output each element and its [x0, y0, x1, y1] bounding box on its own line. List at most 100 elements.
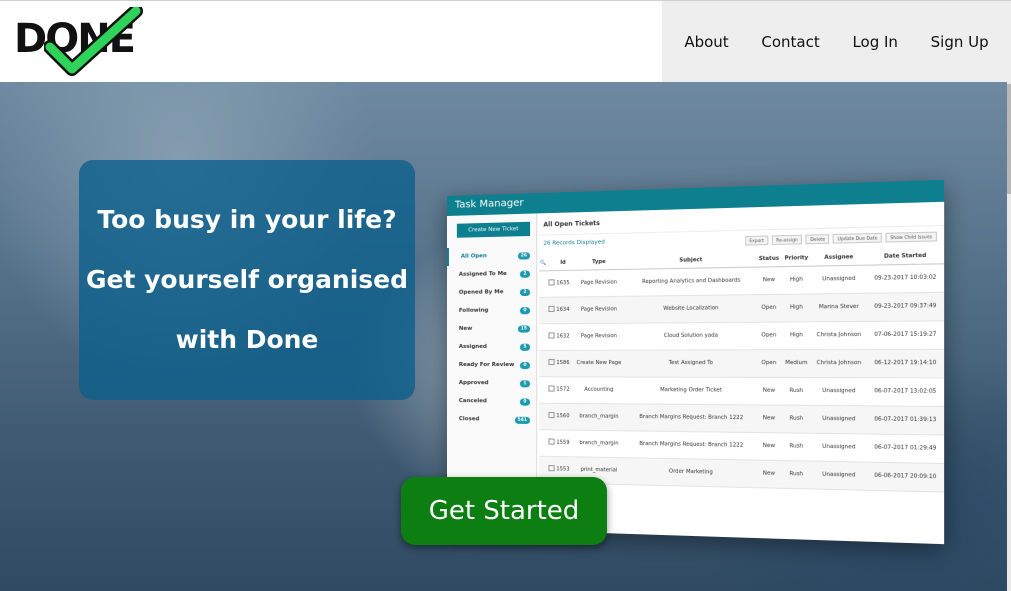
tm-table-row: 1634 Page Revision Website Localization Ope…: [539, 291, 945, 324]
tm-cell-assignee: Christa Johnson: [811, 349, 867, 378]
nav-about-link[interactable]: About: [684, 33, 728, 51]
checkbox-icon: [547, 358, 555, 366]
promo-line-3: with Done: [175, 325, 319, 354]
tm-cell-status: Open: [756, 293, 782, 322]
tm-cell-date: 06-07-2017 01:39:13: [866, 405, 945, 435]
tm-cell-id: 1586: [554, 349, 572, 377]
tm-cell-assignee: Unassigned: [811, 460, 867, 490]
tm-row-expand: [539, 429, 548, 456]
tm-row-expand: [539, 296, 548, 324]
checkbox-icon: [547, 279, 555, 286]
site-header: DONE About Contact Log In Sign Up: [0, 0, 1011, 83]
green-checkmark-icon: [44, 7, 143, 76]
tm-sidebar-item: Closed 541: [447, 410, 536, 429]
tm-tool: Delete: [805, 234, 830, 245]
tm-cell-priority: Medium: [781, 349, 812, 377]
tm-row-expand: [539, 402, 548, 430]
tm-sidebar-item: All Open 26: [447, 246, 537, 266]
tm-cell-subject: Order Marketing: [626, 457, 757, 488]
tm-row-expand: [539, 270, 548, 297]
tm-row-expand: [539, 349, 548, 377]
promo-line-1: Too busy in your life?: [97, 205, 397, 234]
tm-row-checkbox: [547, 376, 555, 403]
tm-table-row: 1572 Accounting Marketing Order Ticket New R…: [539, 376, 945, 406]
tm-sidebar-item: Opened By Me 2: [447, 283, 536, 302]
checkbox-icon: [547, 464, 555, 472]
tm-cell-priority: Rush: [781, 432, 812, 461]
tm-cell-assignee: Christa Johnson: [811, 320, 867, 350]
tm-cell-id: 1560: [554, 402, 572, 430]
tm-cell-subject: Branch Margins Request: Branch 1222: [626, 430, 757, 460]
tm-col-type: Type: [571, 254, 627, 270]
tm-table-row: 1586 Create New Page Test Assigned To Open M…: [539, 348, 945, 378]
tm-cell-type: branch_margin: [571, 429, 627, 458]
tm-cell-subject: Marketing Order Ticket: [626, 376, 757, 405]
tm-cell-date: 06-07-2017 01:29:49: [866, 433, 945, 463]
tm-col-date: Date Started: [866, 247, 945, 265]
tm-tool: Export: [745, 235, 769, 246]
tm-sidebar-item: Following 0: [447, 301, 536, 320]
hero-section: Too busy in your life? Get yourself orga…: [0, 82, 1007, 591]
tm-cell-subject: Test Assigned To: [626, 349, 757, 377]
tm-col-priority: Priority: [781, 250, 812, 267]
tm-table: 🔍 Id Type Subject Status Priority Assign…: [539, 247, 945, 492]
tm-cell-assignee: Unassigned: [811, 404, 867, 434]
tm-cell-priority: High: [781, 321, 812, 350]
checkbox-icon: [547, 385, 555, 392]
tm-tool: Update Due Date: [833, 232, 883, 244]
tm-col-check: [547, 255, 555, 271]
tm-cell-status: New: [756, 404, 782, 433]
nav-contact-link[interactable]: Contact: [761, 33, 819, 51]
tm-create-button: Create New Ticket: [456, 221, 531, 238]
tm-sidebar-item: Approved 1: [447, 374, 536, 393]
tm-sidebar-item: Ready For Review 0: [447, 356, 536, 374]
main-nav: About Contact Log In Sign Up: [662, 1, 1011, 83]
tm-cell-status: Open: [756, 349, 782, 377]
tm-cell-subject: Website Localization: [626, 294, 757, 323]
tm-cell-id: 1632: [554, 323, 572, 350]
tm-row-checkbox: [547, 270, 555, 297]
tm-cell-id: 1572: [554, 376, 572, 403]
tm-cell-subject: Reporting Analytics and Dashboards: [626, 266, 757, 296]
promo-panel: Too busy in your life? Get yourself orga…: [79, 160, 415, 400]
tm-cell-priority: High: [781, 293, 812, 322]
tm-cell-subject: Branch Margins Request: Branch 1222: [626, 403, 757, 432]
tm-cell-status: Open: [756, 321, 782, 350]
tm-cell-id: 1559: [554, 429, 572, 457]
tm-cell-date: 06-06-2017 20:09:10: [866, 461, 945, 492]
tm-cell-type: Page Revision: [571, 295, 627, 324]
tm-cell-priority: Rush: [781, 460, 812, 489]
nav-login-link[interactable]: Log In: [852, 33, 898, 51]
tm-col-status: Status: [756, 251, 782, 267]
tm-tool: Re-assign: [771, 234, 803, 246]
tm-cell-assignee: Unassigned: [811, 432, 867, 462]
tm-sidebar-item: Canceled 0: [447, 392, 536, 411]
checkbox-icon: [547, 332, 555, 339]
checkbox-icon: [547, 411, 555, 419]
tm-cell-assignee: Unassigned: [811, 264, 867, 294]
tm-cell-type: Page Revision: [571, 268, 627, 297]
tm-row-checkbox: [547, 429, 555, 456]
checkbox-icon: [547, 305, 555, 313]
tm-cell-subject: Cloud Solution yada: [626, 321, 757, 350]
tm-cell-priority: High: [781, 265, 812, 294]
tm-cell-id: 1634: [554, 296, 572, 324]
tm-col-id: Id: [554, 255, 572, 271]
tm-row-checkbox: [547, 296, 555, 324]
tm-cell-type: Page Revision: [571, 322, 627, 350]
tm-row-expand: [539, 323, 548, 350]
promo-line-2: Get yourself organised: [85, 265, 409, 294]
done-logo[interactable]: DONE: [14, 7, 150, 77]
get-started-button[interactable]: Get Started: [401, 477, 607, 545]
tm-sidebar-item: New 15: [447, 319, 536, 338]
tm-sidebar-item: Assigned 5: [447, 338, 536, 356]
tm-cell-priority: Rush: [781, 376, 812, 405]
tm-cell-date: 07-06-2017 15:19:27: [866, 320, 945, 350]
tm-cell-type: branch_margin: [571, 402, 627, 431]
nav-signup-link[interactable]: Sign Up: [931, 33, 989, 51]
tm-cell-status: New: [756, 266, 782, 295]
scrollbar-thumb[interactable]: [1007, 84, 1011, 194]
tm-row-checkbox: [547, 349, 555, 377]
tm-cell-type: Create New Page: [571, 349, 627, 377]
tm-cell-id: 1635: [554, 269, 572, 297]
